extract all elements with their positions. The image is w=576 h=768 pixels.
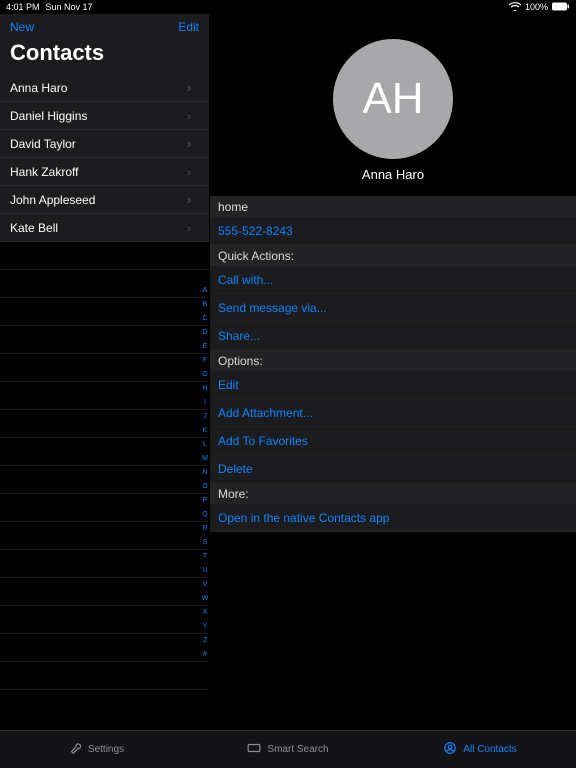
contacts-list[interactable]: Anna Haro › Daniel Higgins › David Taylor ›… xyxy=(0,74,209,730)
status-date: Sun Nov 17 xyxy=(46,2,93,12)
tab-all-contacts[interactable]: All Contacts xyxy=(384,731,576,768)
section-header-quick: Quick Actions: xyxy=(210,245,576,266)
call-with-row[interactable]: Call with... xyxy=(210,266,576,294)
chevron-right-icon: › xyxy=(187,221,191,235)
phone-row[interactable]: 555-522-8243 xyxy=(210,217,576,245)
status-bar: 4:01 PM Sun Nov 17 100% xyxy=(0,0,576,14)
section-header-more: More: xyxy=(210,483,576,504)
contacts-sidebar: New Edit Contacts Anna Haro › Daniel Higg… xyxy=(0,14,210,730)
add-attachment-row[interactable]: Add Attachment... xyxy=(210,399,576,427)
index-letter[interactable]: # xyxy=(201,648,209,662)
list-item[interactable]: John Appleseed › xyxy=(0,186,209,214)
index-letter[interactable]: T xyxy=(201,550,209,564)
keyboard-icon xyxy=(247,741,261,758)
index-letter[interactable]: A xyxy=(201,284,209,298)
battery-icon xyxy=(552,2,570,13)
chevron-right-icon: › xyxy=(187,165,191,179)
send-message-row[interactable]: Send message via... xyxy=(210,294,576,322)
index-letter[interactable]: E xyxy=(201,340,209,354)
index-letter[interactable]: X xyxy=(201,606,209,620)
edit-row[interactable]: Edit xyxy=(210,371,576,399)
open-native-row[interactable]: Open in the native Contacts app xyxy=(210,504,576,532)
index-letter[interactable]: C xyxy=(201,312,209,326)
contact-name: David Taylor xyxy=(10,137,76,151)
section-header-home: home xyxy=(210,196,576,217)
share-row[interactable]: Share... xyxy=(210,322,576,350)
index-letter[interactable]: M xyxy=(201,452,209,466)
list-item[interactable]: David Taylor › xyxy=(0,130,209,158)
phone-number: 555-522-8243 xyxy=(218,224,293,238)
index-letter[interactable]: N xyxy=(201,466,209,480)
tab-smart-search[interactable]: Smart Search xyxy=(192,731,384,768)
edit-list-button[interactable]: Edit xyxy=(178,20,199,34)
index-letter[interactable]: Y xyxy=(201,620,209,634)
page-title: Contacts xyxy=(0,40,209,74)
contact-name: John Appleseed xyxy=(10,193,95,207)
tab-bar: Settings Smart Search All Contacts xyxy=(0,730,576,768)
index-letter[interactable]: U xyxy=(201,564,209,578)
index-letter[interactable]: W xyxy=(201,592,209,606)
index-letter[interactable]: H xyxy=(201,382,209,396)
index-letter[interactable]: S xyxy=(201,536,209,550)
avatar-initials: AH xyxy=(362,74,423,124)
battery-percent: 100% xyxy=(525,2,548,12)
avatar: AH xyxy=(333,39,453,159)
list-item[interactable]: Anna Haro › xyxy=(0,74,209,102)
chevron-right-icon: › xyxy=(187,137,191,151)
delete-row[interactable]: Delete xyxy=(210,455,576,483)
contact-name: Hank Zakroff xyxy=(10,165,78,179)
list-item[interactable]: Daniel Higgins › xyxy=(0,102,209,130)
index-letter[interactable]: B xyxy=(201,298,209,312)
index-letter[interactable]: L xyxy=(201,438,209,452)
index-letter[interactable]: J xyxy=(201,410,209,424)
tab-label: Smart Search xyxy=(267,744,328,755)
index-letter[interactable]: I xyxy=(201,396,209,410)
section-header-options: Options: xyxy=(210,350,576,371)
wrench-icon xyxy=(68,741,82,758)
index-letter[interactable]: F xyxy=(201,354,209,368)
index-letter[interactable]: P xyxy=(201,494,209,508)
chevron-right-icon: › xyxy=(187,109,191,123)
index-letter[interactable]: Z xyxy=(201,634,209,648)
index-letter[interactable]: G xyxy=(201,368,209,382)
list-item[interactable]: Hank Zakroff › xyxy=(0,158,209,186)
contact-name: Anna Haro xyxy=(10,81,67,95)
tab-label: Settings xyxy=(88,744,124,755)
list-item[interactable]: Kate Bell › xyxy=(0,214,209,242)
tab-label: All Contacts xyxy=(463,744,516,755)
contact-name: Daniel Higgins xyxy=(10,109,87,123)
contact-full-name: Anna Haro xyxy=(362,167,424,182)
index-letter[interactable]: D xyxy=(201,326,209,340)
index-letter[interactable]: V xyxy=(201,578,209,592)
index-letter[interactable]: K xyxy=(201,424,209,438)
status-time: 4:01 PM xyxy=(6,2,40,12)
index-letter[interactable]: R xyxy=(201,522,209,536)
chevron-right-icon: › xyxy=(187,193,191,207)
tab-settings[interactable]: Settings xyxy=(0,731,192,768)
index-letter[interactable]: Q xyxy=(201,508,209,522)
chevron-right-icon: › xyxy=(187,81,191,95)
person-circle-icon xyxy=(443,741,457,758)
contact-detail: AH Anna Haro home 555-522-8243 Quick Act… xyxy=(210,14,576,730)
contact-name: Kate Bell xyxy=(10,221,58,235)
wifi-icon xyxy=(509,2,521,13)
section-index[interactable]: ABCDEFGHIJKLMNOPQRSTUVWXYZ# xyxy=(201,284,209,662)
index-letter[interactable]: O xyxy=(201,480,209,494)
add-favorites-row[interactable]: Add To Favorites xyxy=(210,427,576,455)
new-button[interactable]: New xyxy=(10,20,34,34)
